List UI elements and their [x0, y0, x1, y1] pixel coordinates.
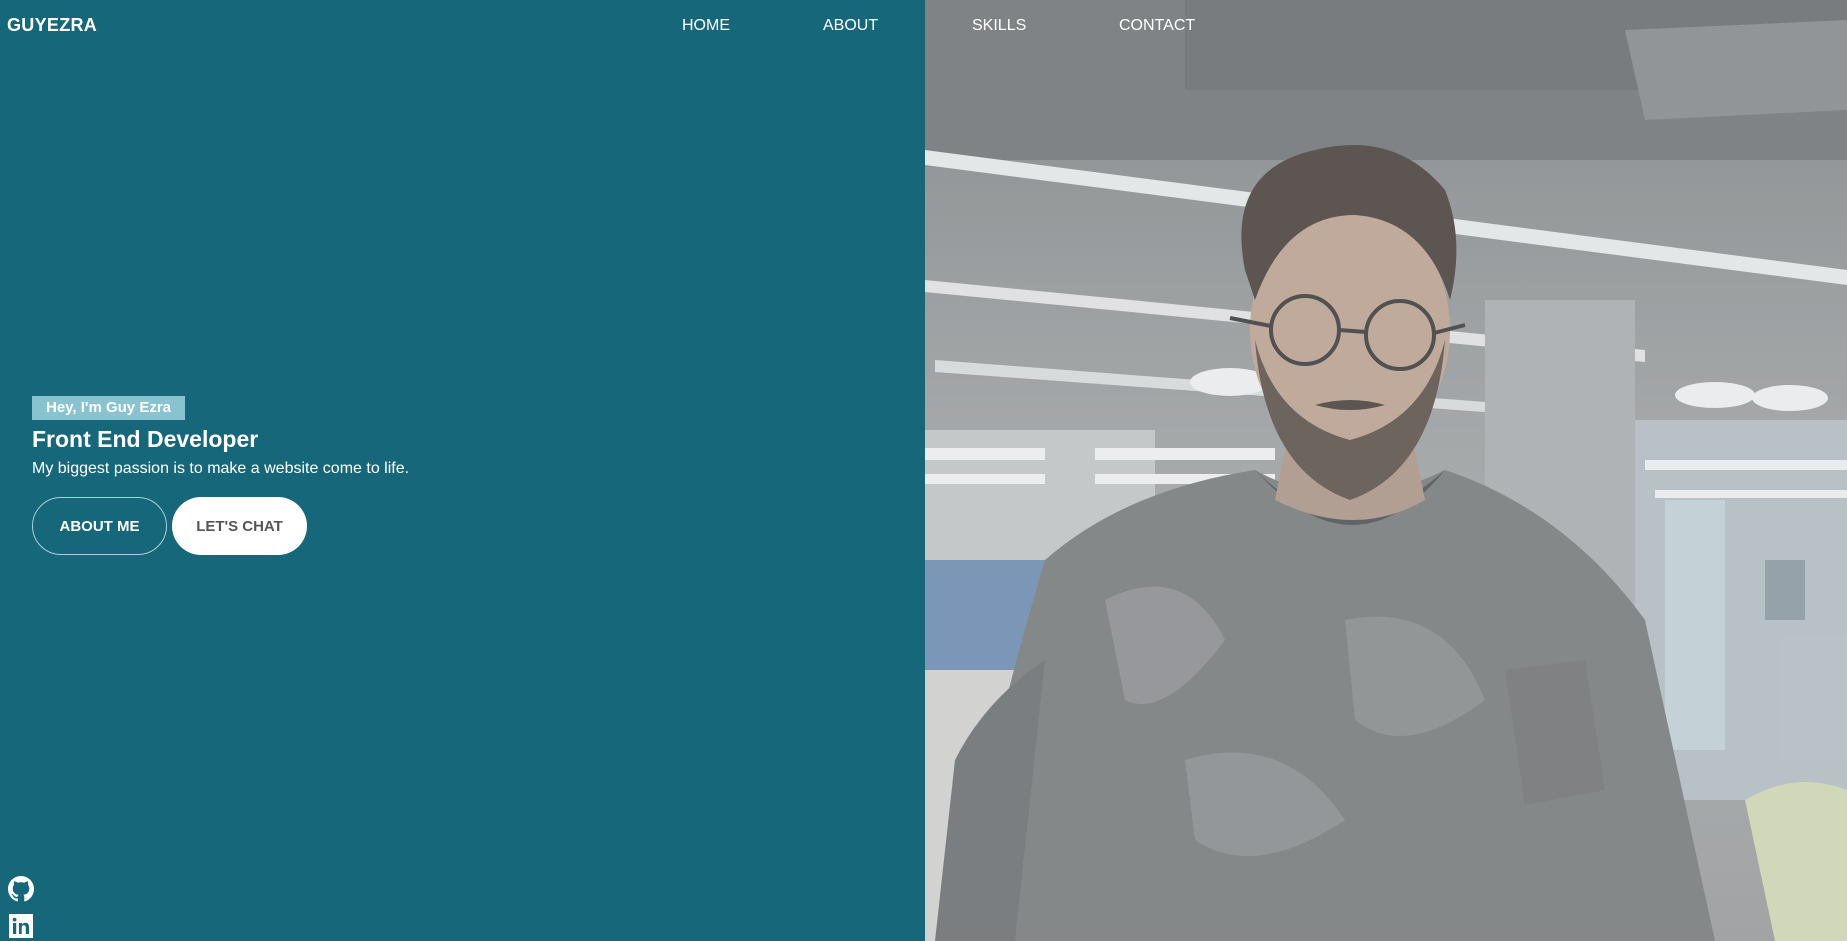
page: GUYEZRA HOME ABOUT SKILLS CONTACT Hey, I… [0, 0, 1847, 941]
main-nav: HOME ABOUT SKILLS CONTACT [0, 17, 1847, 39]
hero-section: Hey, I'm Guy Ezra Front End Developer My… [32, 396, 409, 555]
profile-photo [925, 0, 1847, 941]
hero-buttons: ABOUT ME LET'S CHAT [32, 497, 409, 555]
linkedin-icon[interactable] [8, 913, 34, 939]
nav-skills[interactable]: SKILLS [972, 17, 1026, 35]
greeting-badge: Hey, I'm Guy Ezra [32, 396, 186, 420]
hero-title: Front End Developer [32, 426, 259, 452]
lets-chat-button[interactable]: LET'S CHAT [172, 497, 307, 555]
about-me-button[interactable]: ABOUT ME [32, 497, 167, 555]
hero-tagline: My biggest passion is to make a website … [32, 460, 410, 477]
photo-overlay [925, 0, 1847, 941]
nav-about[interactable]: ABOUT [823, 17, 878, 35]
github-icon[interactable] [8, 876, 34, 902]
nav-contact[interactable]: CONTACT [1119, 17, 1195, 35]
nav-home[interactable]: HOME [682, 17, 730, 35]
